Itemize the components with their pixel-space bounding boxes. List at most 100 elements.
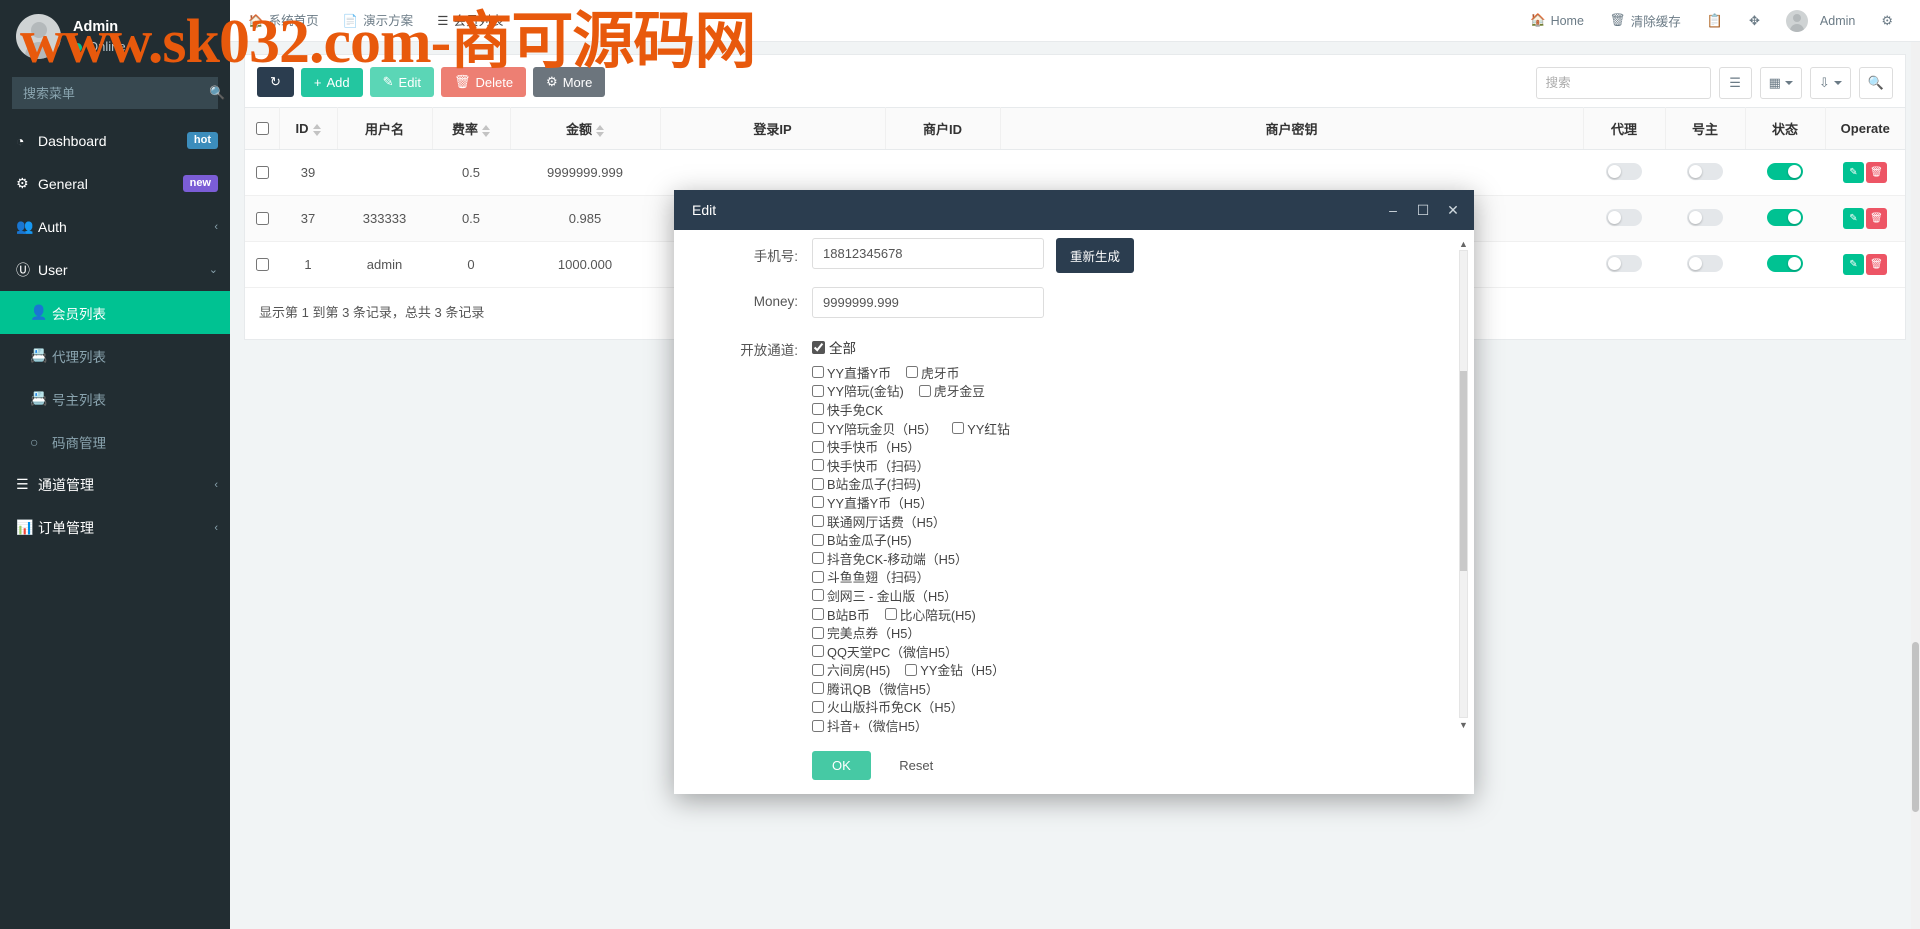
gear-icon[interactable]: ⚙ [1868, 13, 1906, 29]
channel-checkbox-item[interactable]: 完美点券（H5） [812, 623, 920, 642]
row-edit-button[interactable]: ✎ [1843, 162, 1864, 183]
channel-checkbox-item[interactable]: 联通网厅话费（H5） [812, 512, 946, 531]
scroll-up-arrow[interactable]: ▲ [1458, 238, 1469, 249]
channel-checkbox-item[interactable]: 抖音+（微信H5） [812, 716, 928, 735]
sidebar-item-号主列表[interactable]: 📇 号主列表 [0, 377, 230, 420]
owner-toggle[interactable] [1687, 254, 1723, 272]
table-row[interactable]: 39 0.5 9999999.999 ✎ 🗑 [245, 149, 1905, 196]
row-checkbox[interactable] [256, 212, 269, 225]
channel-checkbox-item[interactable]: 虎牙币 [906, 363, 959, 382]
search-button[interactable]: 🔍 [1858, 67, 1893, 99]
ok-button[interactable]: OK [812, 751, 871, 780]
table-header-amount[interactable]: 金额 [510, 107, 661, 150]
status-toggle[interactable] [1767, 162, 1803, 180]
channel-checkbox-item[interactable]: QQ天堂PC（微信H5） [812, 642, 958, 661]
search-input[interactable] [1535, 67, 1711, 99]
agent-toggle[interactable] [1606, 208, 1642, 226]
form-input-0[interactable] [812, 238, 1044, 269]
channel-checkbox[interactable] [812, 663, 824, 676]
channel-checkbox[interactable] [812, 700, 824, 713]
topbar-clear-cache[interactable]: 🗑 清除缓存 [1597, 0, 1694, 42]
sort-icon[interactable] [482, 124, 490, 137]
channel-checkbox-item[interactable]: 斗鱼鱼翅（扫码） [812, 567, 929, 586]
status-toggle[interactable] [1767, 254, 1803, 272]
row-delete-button[interactable]: 🗑 [1866, 254, 1887, 275]
channel-checkbox[interactable] [884, 608, 897, 621]
sidebar-item-订单管理[interactable]: 📊 订单管理 ‹ [0, 506, 230, 549]
sidebar-item-dashboard[interactable]: ◔ Dashboard hot [0, 119, 230, 162]
channel-checkbox-item[interactable]: 腾讯QB（微信H5） [812, 679, 939, 698]
copy-icon[interactable]: 📋 [1694, 13, 1736, 29]
channel-checkbox[interactable] [905, 663, 918, 676]
page-scrollbar[interactable] [1911, 42, 1920, 929]
sidebar-user-panel[interactable]: Admin Online [0, 0, 230, 75]
sidebar-search[interactable]: 🔍 [12, 77, 225, 109]
tab-0[interactable]: 🏠 系统首页 [236, 0, 331, 42]
channel-checkbox[interactable] [812, 533, 824, 546]
tab-1[interactable]: 📄 演示方案 [331, 0, 426, 42]
channel-checkbox-item[interactable]: 虎牙金豆 [918, 381, 985, 400]
export-button[interactable]: ⇩ [1809, 67, 1851, 99]
channel-checkbox-item[interactable]: YY陪玩金贝（H5） [812, 419, 937, 438]
modal-scrollbar[interactable] [1459, 250, 1468, 718]
channel-checkbox[interactable] [812, 459, 824, 472]
channel-checkbox-item[interactable]: YY红钻 [952, 419, 1010, 438]
channel-checkbox[interactable] [812, 626, 824, 639]
row-delete-button[interactable]: 🗑 [1866, 208, 1887, 229]
expand-icon[interactable]: ✥ [1736, 13, 1773, 29]
channel-checkbox-item[interactable]: 新抖币-移动端（H5） [812, 735, 950, 739]
channel-checkbox-item[interactable]: B站B币 [812, 605, 870, 624]
scroll-down-arrow[interactable]: ▼ [1458, 719, 1469, 730]
channel-checkbox-item[interactable]: YY金钻（H5） [905, 660, 1005, 679]
channel-checkbox[interactable] [952, 422, 965, 435]
topbar-home-link[interactable]: 🏠 Home [1517, 0, 1597, 42]
select-all-channels-checkbox[interactable] [812, 340, 825, 354]
table-header-rate[interactable]: 费率 [432, 107, 511, 150]
channel-checkbox-item[interactable]: YY直播Y币 [812, 363, 891, 382]
row-delete-button[interactable]: 🗑 [1866, 162, 1887, 183]
channel-checkbox-item[interactable]: 火山版抖币免CK（H5） [812, 697, 964, 716]
select-all-checkbox[interactable] [255, 122, 269, 135]
sort-icon[interactable] [596, 124, 604, 137]
channel-checkbox-item[interactable]: YY陪玩(金钻) [812, 381, 904, 400]
agent-toggle[interactable] [1606, 254, 1642, 272]
modal-scrollbar-thumb[interactable] [1460, 371, 1467, 571]
regenerate-button[interactable]: 重新生成 [1056, 238, 1135, 273]
channel-checkbox[interactable] [812, 440, 824, 453]
search-menu-input[interactable] [13, 85, 209, 101]
channel-checkbox-item[interactable]: 抖音免CK-移动端（H5） [812, 549, 968, 568]
sort-icon[interactable] [312, 123, 321, 136]
reset-button[interactable]: Reset [885, 751, 948, 780]
topbar-user[interactable]: Admin [1773, 0, 1868, 42]
channel-checkbox[interactable] [812, 515, 824, 528]
channel-checkbox[interactable] [812, 719, 824, 732]
channel-checkbox[interactable] [812, 645, 824, 658]
columns-toggle-button[interactable]: ☰ [1718, 67, 1752, 99]
sidebar-item-码商管理[interactable]: ○ 码商管理 [0, 420, 230, 463]
select-all-channels[interactable]: 全部 [812, 332, 1022, 357]
agent-toggle[interactable] [1606, 162, 1642, 180]
channel-checkbox-item[interactable]: 快手免CK [812, 400, 883, 419]
sidebar-item-会员列表[interactable]: 👤 会员列表 [0, 291, 230, 334]
channel-checkbox[interactable] [812, 552, 824, 565]
sidebar-item-user[interactable]: Ⓤ User ⌄ [0, 248, 230, 291]
channel-checkbox-item[interactable]: 比心陪玩(H5) [884, 605, 976, 624]
delete-button[interactable]: 🗑 Delete [440, 67, 527, 97]
channel-checkbox[interactable] [812, 422, 824, 435]
grid-view-button[interactable]: ▦ [1759, 67, 1802, 99]
maximize-icon[interactable]: ☐ [1408, 195, 1438, 225]
refresh-button[interactable]: ↻ [257, 67, 294, 97]
channel-checkbox[interactable] [812, 570, 824, 583]
channel-checkbox-item[interactable]: YY直播Y币（H5） [812, 493, 933, 512]
form-input-1[interactable] [812, 287, 1044, 318]
channel-checkbox-item[interactable]: 六间房(H5) [812, 660, 890, 679]
channel-checkbox-item[interactable]: B站金瓜子(扫码) [812, 474, 921, 493]
add-button[interactable]: + Add [300, 67, 363, 97]
table-header-id[interactable]: ID [279, 107, 338, 150]
close-icon[interactable]: ✕ [1438, 195, 1468, 225]
page-scrollbar-thumb[interactable] [1912, 642, 1919, 812]
more-button[interactable]: ⚙ More [533, 67, 606, 97]
owner-toggle[interactable] [1687, 208, 1723, 226]
row-checkbox[interactable] [256, 258, 269, 271]
channel-checkbox[interactable] [812, 403, 824, 416]
